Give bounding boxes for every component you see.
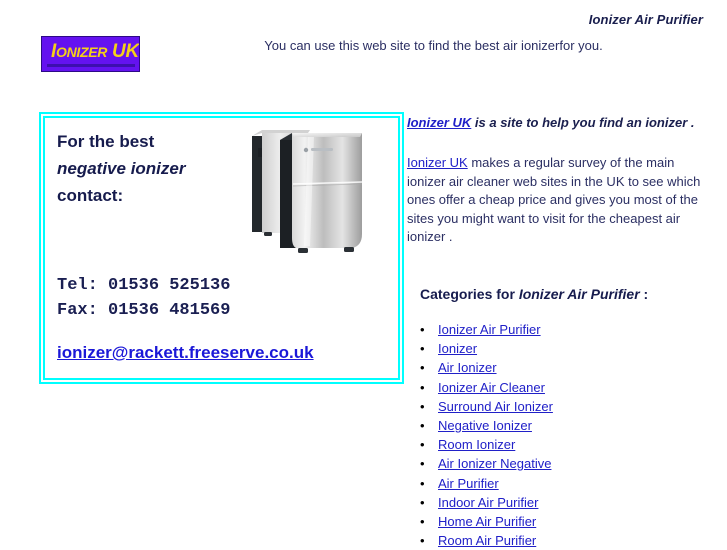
category-list-item: Indoor Air Purifier [420,493,727,512]
intro-body-paragraph: Ionizer UK makes a regular survey of the… [407,154,707,247]
category-list-item: Ionizer [420,339,727,358]
category-list-item: Home Air Purifier [420,512,727,531]
page-title: Ionizer Air Purifier [588,12,703,27]
category-link[interactable]: Surround Air Ionizer [438,399,553,414]
category-list-item: Room Air Purifier [420,531,727,550]
category-list-item: Air Purifier [420,474,727,493]
category-link[interactable]: Room Air Purifier [438,533,536,548]
categories-heading: Categories for Ionizer Air Purifier : [420,286,648,302]
categories-heading-suffix: : [639,286,649,302]
logo-rest: ONIZER [55,44,108,60]
category-list-item: Ionizer Air Cleaner [420,378,727,397]
category-list-item: Negative Ionizer [420,416,727,435]
intro-lead-text: is a site to help you find an ionizer . [471,115,695,130]
category-link[interactable]: Indoor Air Purifier [438,495,538,510]
air-purifier-image [252,130,363,253]
contact-panel: For the best negative ionizer contact: T… [39,112,404,384]
category-link[interactable]: Ionizer [438,341,477,356]
intro-lead-link[interactable]: Ionizer UK [407,115,471,130]
category-link[interactable]: Room Ionizer [438,437,515,452]
intro-lead-paragraph: Ionizer UK is a site to help you find an… [407,114,707,132]
categories-heading-prefix: Categories for [420,286,519,302]
category-list-item: Air Ionizer [420,358,727,377]
site-logo[interactable]: IONIZER UK [41,36,140,72]
contact-fax: Fax: 01536 481569 [57,301,231,320]
category-link[interactable]: Negative Ionizer [438,418,532,433]
category-link[interactable]: Home Air Purifier [438,514,536,529]
contact-phone-numbers: Tel: 01536 525136 Fax: 01536 481569 [57,273,230,323]
category-list-item: Room Ionizer [420,435,727,454]
intro-column: Ionizer UK is a site to help you find an… [407,114,707,247]
category-link[interactable]: Air Ionizer [438,360,497,375]
contact-tel: Tel: 01536 525136 [57,276,231,295]
logo-underline-bar [47,64,135,67]
category-link[interactable]: Ionizer Air Purifier [438,322,541,337]
category-link[interactable]: Ionizer Air Cleaner [438,380,545,395]
site-logo-text: IONIZER UK [51,42,139,62]
category-list-item: Surround Air Ionizer [420,397,727,416]
intro-body-link[interactable]: Ionizer UK [407,155,468,170]
contact-panel-inner-border: For the best negative ionizer contact: T… [43,116,400,380]
logo-suffix: UK [107,41,139,62]
category-link[interactable]: Air Ionizer Negative [438,456,551,471]
categories-heading-term: Ionizer Air Purifier [518,286,640,302]
category-link-list: Ionizer Air Purifier Ionizer Air Ionizer… [412,320,727,550]
contact-panel-content: For the best negative ionizer contact: T… [45,118,398,378]
category-list-item: Air Ionizer Negative [420,454,727,473]
category-link[interactable]: Air Purifier [438,476,499,491]
contact-email-link[interactable]: ionizer@rackett.freeserve.co.uk [57,343,314,363]
category-list-item: Ionizer Air Purifier [420,320,727,339]
